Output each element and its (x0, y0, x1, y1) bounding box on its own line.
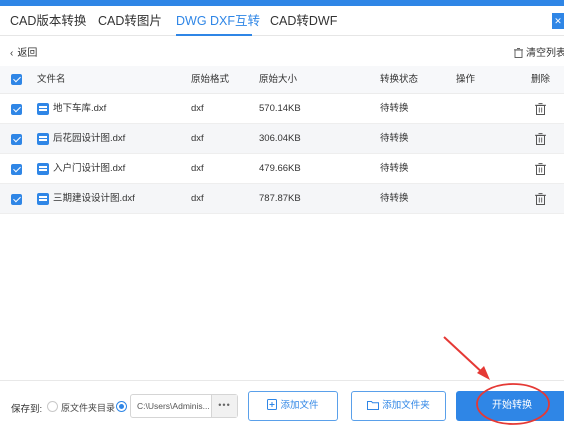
delete-icon[interactable] (535, 133, 546, 145)
table-row: 地下车库.dxf dxf 570.14KB 待转换 (0, 94, 564, 124)
tab-cad-version-convert[interactable]: CAD版本转换 (10, 6, 86, 36)
table-row: 入户门设计图.dxf dxf 479.66KB 待转换 (0, 154, 564, 184)
file-status: 待转换 (380, 193, 409, 204)
column-header-status: 转换状态 (380, 74, 419, 85)
file-name: 入户门设计图.dxf (53, 163, 126, 174)
file-name: 后花园设计图.dxf (53, 133, 126, 144)
file-status: 待转换 (380, 163, 409, 174)
table-row: 后花园设计图.dxf dxf 306.04KB 待转换 (0, 124, 564, 154)
file-format: dxf (191, 163, 204, 174)
file-name: 地下车库.dxf (53, 103, 107, 114)
delete-icon[interactable] (535, 103, 546, 115)
column-header-delete: 删除 (531, 74, 551, 85)
delete-icon[interactable] (535, 193, 546, 205)
file-size: 306.04KB (259, 133, 301, 144)
back-label: 返回 (17, 48, 38, 59)
radio-source-dir-label: 原文件夹目录 (61, 403, 116, 413)
tab-cad-to-image[interactable]: CAD转图片 (98, 6, 162, 36)
row-checkbox[interactable] (11, 134, 22, 145)
file-size: 787.87KB (259, 193, 301, 204)
file-format: dxf (191, 193, 204, 204)
clear-list-button[interactable]: 清空列表 (514, 44, 564, 59)
save-to-label: 保存到: (11, 404, 43, 415)
table-header: 文件名 原始格式 原始大小 转换状态 操作 删除 (0, 66, 564, 94)
close-icon[interactable]: ✕ (552, 13, 564, 29)
file-format: dxf (191, 133, 204, 144)
add-folder-button[interactable]: 添加文件夹 (351, 391, 446, 421)
back-button[interactable]: ‹ 返回 (10, 44, 37, 59)
radio-custom-dir[interactable] (116, 401, 127, 412)
start-convert-button[interactable]: 开始转换 (456, 391, 564, 421)
file-name: 三期建设设计图.dxf (53, 193, 135, 204)
column-header-filename: 文件名 (37, 74, 66, 85)
file-status: 待转换 (380, 133, 409, 144)
file-format: dxf (191, 103, 204, 114)
row-checkbox[interactable] (11, 104, 22, 115)
tab-dwg-dxf-convert[interactable]: DWG DXF互转 (176, 6, 260, 36)
folder-icon (367, 401, 380, 410)
add-file-button[interactable]: 添加文件 (248, 391, 338, 421)
toolbar: ‹ 返回 清空列表 (0, 37, 564, 65)
table-row: 三期建设设计图.dxf dxf 787.87KB 待转换 (0, 184, 564, 214)
delete-icon[interactable] (535, 163, 546, 175)
output-path-value: C:\Users\Adminis... (137, 401, 210, 411)
trash-icon (514, 48, 523, 58)
add-file-label: 添加文件 (280, 400, 319, 411)
file-size: 479.66KB (259, 163, 301, 174)
output-path-field[interactable]: C:\Users\Adminis... ••• (130, 394, 238, 418)
chevron-left-icon: ‹ (10, 48, 14, 59)
tab-cad-to-dwf[interactable]: CAD转DWF (270, 6, 337, 36)
bottom-action-bar: 保存到: 原文件夹目录 C:\Users\Adminis... ••• 添加文件… (0, 380, 564, 431)
active-tab-indicator (176, 34, 252, 36)
tab-bar: CAD版本转换 CAD转图片 DWG DXF互转 CAD转DWF ✕ (0, 6, 564, 36)
browse-button[interactable]: ••• (211, 395, 237, 417)
dxf-file-icon (37, 103, 49, 115)
radio-source-dir[interactable] (47, 401, 58, 412)
select-all-checkbox[interactable] (11, 74, 22, 85)
dxf-file-icon (37, 193, 49, 205)
add-folder-label: 添加文件夹 (382, 400, 430, 411)
dxf-file-icon (37, 163, 49, 175)
file-size: 570.14KB (259, 103, 301, 114)
add-file-icon (267, 399, 278, 410)
annotation-arrow-head (477, 366, 490, 380)
column-header-format: 原始格式 (191, 74, 230, 85)
column-header-action: 操作 (456, 74, 476, 85)
column-header-size: 原始大小 (259, 74, 298, 85)
clear-list-label: 清空列表 (526, 48, 564, 59)
row-checkbox[interactable] (11, 164, 22, 175)
file-status: 待转换 (380, 103, 409, 114)
dxf-file-icon (37, 133, 49, 145)
row-checkbox[interactable] (11, 194, 22, 205)
annotation-arrow (443, 336, 486, 376)
